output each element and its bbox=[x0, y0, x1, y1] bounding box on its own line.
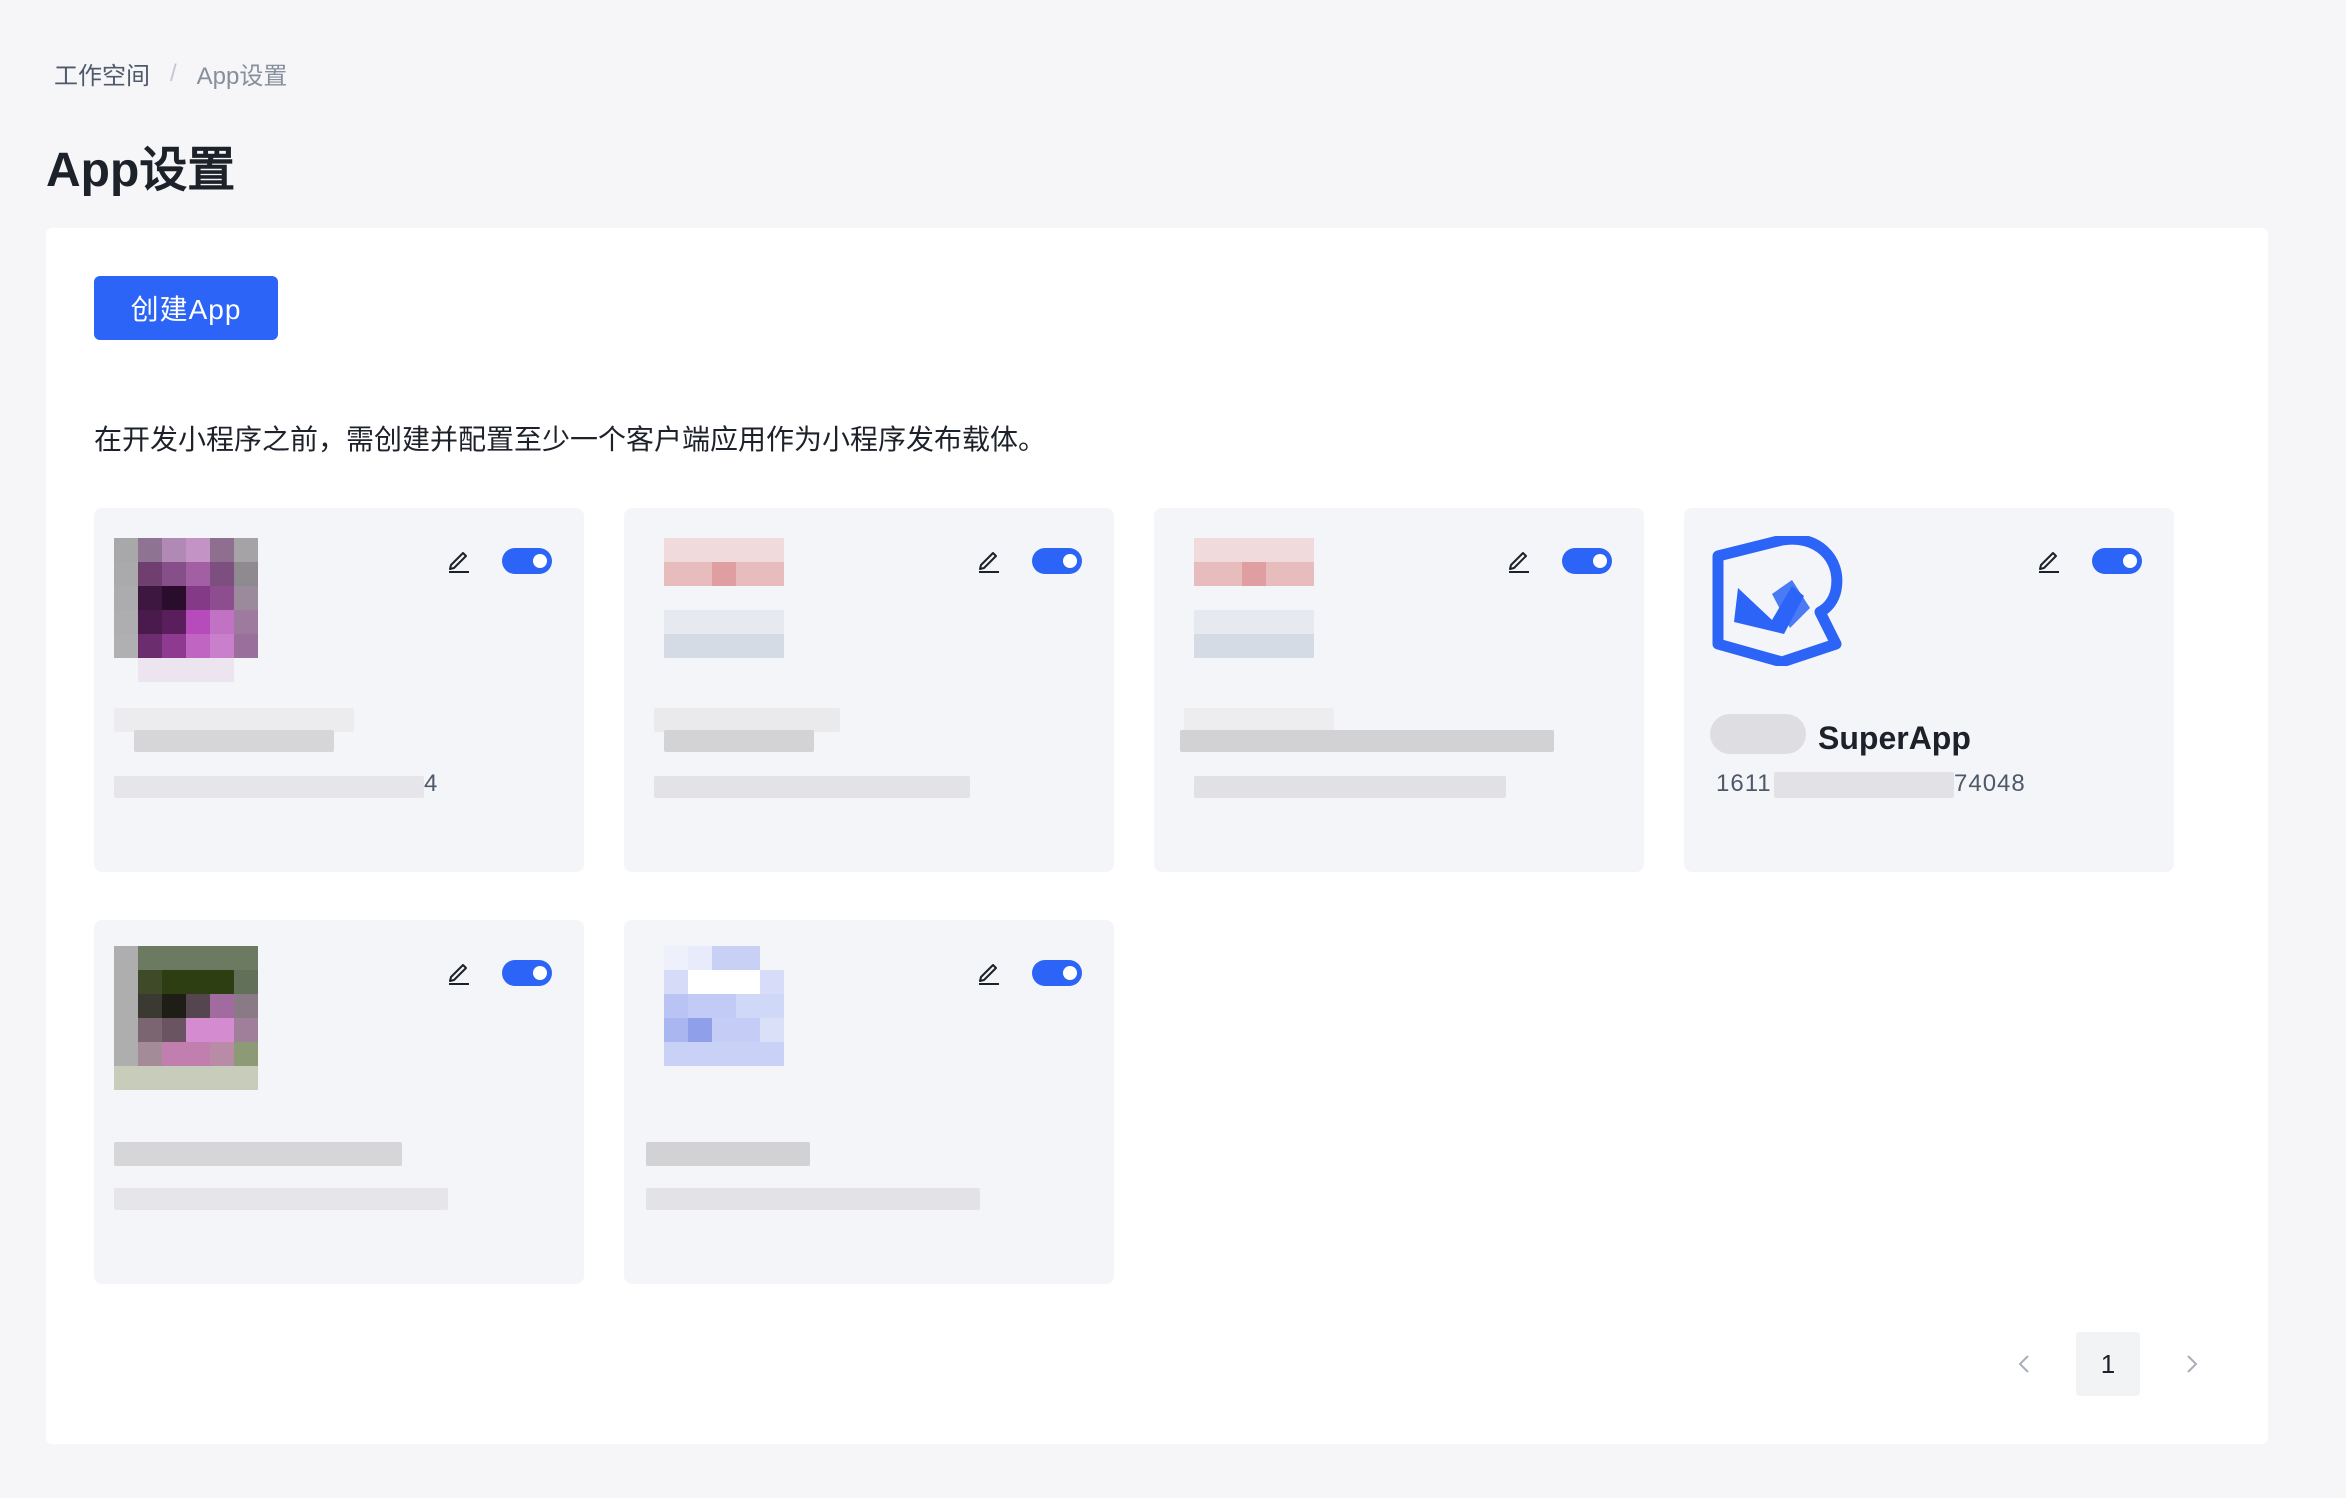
app-name-blurred bbox=[114, 1142, 402, 1166]
enable-toggle[interactable] bbox=[1562, 548, 1612, 574]
toggle-knob bbox=[2123, 554, 2137, 568]
app-id-blurred bbox=[114, 776, 424, 798]
edit-icon[interactable] bbox=[1504, 544, 1534, 574]
edit-icon[interactable] bbox=[444, 544, 474, 574]
edit-icon[interactable] bbox=[974, 544, 1004, 574]
edit-icon[interactable] bbox=[444, 956, 474, 986]
app-icon bbox=[644, 946, 788, 1090]
superapp-logo-icon bbox=[1712, 536, 1843, 666]
app-name-blurred bbox=[664, 730, 814, 752]
app-card[interactable] bbox=[94, 920, 584, 1284]
app-icon bbox=[1174, 538, 1318, 682]
main-panel: 创建App 在开发小程序之前，需创建并配置至少一个客户端应用作为小程序发布载体。 bbox=[46, 228, 2268, 1444]
app-id-blurred bbox=[1774, 772, 1954, 798]
app-name-prefix-blurred bbox=[1710, 714, 1806, 754]
app-id-blurred bbox=[646, 1188, 980, 1210]
app-card[interactable] bbox=[624, 508, 1114, 872]
app-name-blurred bbox=[646, 1142, 810, 1166]
app-card-superapp[interactable]: SuperApp 1611 74048 bbox=[1684, 508, 2174, 872]
edit-icon[interactable] bbox=[2034, 544, 2064, 574]
app-id-tail: 74048 bbox=[1954, 770, 2026, 797]
app-icon bbox=[114, 946, 258, 1090]
page-title: App设置 bbox=[46, 144, 236, 197]
breadcrumb-current: App设置 bbox=[196, 63, 288, 90]
description-text: 在开发小程序之前，需创建并配置至少一个客户端应用作为小程序发布载体。 bbox=[94, 424, 1047, 455]
toggle-knob bbox=[1063, 554, 1077, 568]
toggle-knob bbox=[1593, 554, 1607, 568]
enable-toggle[interactable] bbox=[1032, 548, 1082, 574]
enable-toggle[interactable] bbox=[1032, 960, 1082, 986]
app-card[interactable]: 4 bbox=[94, 508, 584, 872]
app-name-blurred bbox=[114, 708, 354, 732]
breadcrumb-separator: / bbox=[170, 59, 177, 87]
chevron-left-icon[interactable] bbox=[2012, 1352, 2036, 1376]
enable-toggle[interactable] bbox=[2092, 548, 2142, 574]
app-icon bbox=[644, 538, 788, 682]
app-id-blurred bbox=[114, 1188, 448, 1210]
app-name: SuperApp bbox=[1818, 720, 1971, 756]
chevron-right-icon[interactable] bbox=[2180, 1352, 2204, 1376]
breadcrumb: 工作空间 / App设置 bbox=[54, 56, 287, 91]
page-number-button[interactable]: 1 bbox=[2076, 1332, 2140, 1396]
app-card[interactable] bbox=[624, 920, 1114, 1284]
toggle-knob bbox=[533, 554, 547, 568]
app-name-blurred bbox=[1180, 730, 1554, 752]
app-name-blurred bbox=[134, 730, 334, 752]
breadcrumb-workspace[interactable]: 工作空间 bbox=[54, 56, 150, 91]
edit-icon[interactable] bbox=[974, 956, 1004, 986]
app-id-tail: 4 bbox=[424, 770, 439, 797]
page: 工作空间 / App设置 App设置 创建App 在开发小程序之前，需创建并配置… bbox=[0, 0, 2346, 1498]
toggle-knob bbox=[1063, 966, 1077, 980]
create-app-button[interactable]: 创建App bbox=[94, 276, 278, 340]
app-card[interactable] bbox=[1154, 508, 1644, 872]
app-id-blurred bbox=[1194, 776, 1506, 798]
pagination: 1 bbox=[2012, 1332, 2204, 1396]
app-id-blurred bbox=[654, 776, 970, 798]
app-icon bbox=[114, 538, 258, 682]
app-name-blurred bbox=[654, 708, 840, 732]
app-name-blurred bbox=[1184, 708, 1334, 732]
enable-toggle[interactable] bbox=[502, 548, 552, 574]
toggle-knob bbox=[533, 966, 547, 980]
app-id-head: 1611 bbox=[1716, 770, 1772, 797]
enable-toggle[interactable] bbox=[502, 960, 552, 986]
